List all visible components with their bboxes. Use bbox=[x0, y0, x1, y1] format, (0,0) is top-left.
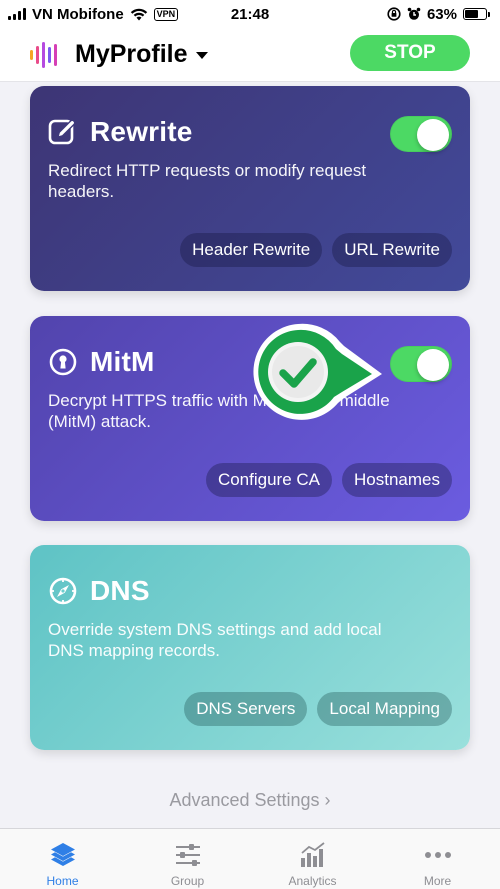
sliders-icon bbox=[172, 839, 204, 871]
battery-percent: 63% bbox=[426, 5, 457, 23]
dns-servers-button[interactable]: DNS Servers bbox=[184, 692, 308, 726]
tab-more[interactable]: More bbox=[375, 829, 500, 889]
stop-button[interactable]: STOP bbox=[350, 35, 470, 71]
status-left: VN Mobifone VPN bbox=[8, 5, 179, 23]
rotation-lock-icon bbox=[387, 7, 401, 21]
tab-label: More bbox=[423, 874, 452, 888]
local-mapping-button[interactable]: Local Mapping bbox=[317, 692, 452, 726]
card-actions: Configure CA Hostnames bbox=[205, 463, 452, 497]
card-title: DNS bbox=[90, 575, 150, 606]
compass-icon bbox=[48, 576, 78, 606]
more-icon bbox=[422, 839, 454, 871]
nav-header: MyProfile STOP bbox=[0, 28, 500, 82]
battery-icon bbox=[463, 8, 490, 20]
edit-icon bbox=[48, 117, 78, 147]
card-actions: Header Rewrite URL Rewrite bbox=[180, 233, 452, 267]
card-description: Override system DNS settings and add loc… bbox=[48, 620, 382, 660]
vpn-badge: VPN bbox=[153, 7, 179, 21]
tab-home[interactable]: Home bbox=[0, 829, 125, 889]
card-description: Redirect HTTP requests or modify request… bbox=[48, 161, 367, 201]
tab-label: Analytics bbox=[288, 874, 337, 888]
tab-bar: Home Group Analytics More bbox=[0, 828, 500, 889]
card-title: MitM bbox=[90, 346, 155, 377]
card-header: DNS bbox=[48, 575, 150, 607]
advanced-settings-link[interactable]: Advanced Settings › bbox=[0, 790, 500, 811]
status-bar: VN Mobifone VPN 21:48 63% bbox=[0, 0, 500, 28]
card-header: MitM bbox=[48, 346, 155, 378]
mitm-toggle[interactable] bbox=[390, 346, 452, 382]
profile-selector[interactable]: MyProfile bbox=[75, 40, 208, 69]
tab-analytics[interactable]: Analytics bbox=[250, 829, 375, 889]
hostnames-button[interactable]: Hostnames bbox=[342, 463, 452, 497]
app-logo-icon bbox=[30, 40, 57, 70]
dns-card[interactable]: DNS Override system DNS settings and add… bbox=[30, 545, 470, 750]
rewrite-toggle[interactable] bbox=[390, 116, 452, 152]
tab-group[interactable]: Group bbox=[125, 829, 250, 889]
card-title: Rewrite bbox=[90, 116, 193, 147]
tab-label: Group bbox=[170, 874, 205, 888]
carrier-name: VN Mobifone bbox=[32, 5, 124, 23]
wifi-icon bbox=[130, 8, 147, 20]
url-rewrite-button[interactable]: URL Rewrite bbox=[332, 233, 452, 267]
keyhole-icon bbox=[48, 347, 78, 377]
card-actions: DNS Servers Local Mapping bbox=[184, 692, 452, 726]
profile-title: MyProfile bbox=[75, 40, 188, 68]
chart-icon bbox=[297, 839, 329, 871]
header-rewrite-button[interactable]: Header Rewrite bbox=[180, 233, 323, 267]
rewrite-card[interactable]: Rewrite Redirect HTTP requests or modify… bbox=[30, 86, 470, 291]
status-right: 63% bbox=[387, 6, 490, 23]
battery-level-fill bbox=[465, 10, 478, 18]
layers-icon bbox=[47, 839, 79, 871]
tab-label: Home bbox=[46, 874, 79, 888]
configure-ca-button[interactable]: Configure CA bbox=[205, 463, 333, 497]
check-badge-icon bbox=[253, 323, 382, 420]
alarm-icon bbox=[407, 7, 421, 20]
caret-down-icon bbox=[195, 52, 208, 59]
signal-icon bbox=[8, 8, 26, 20]
card-header: Rewrite bbox=[48, 116, 193, 148]
